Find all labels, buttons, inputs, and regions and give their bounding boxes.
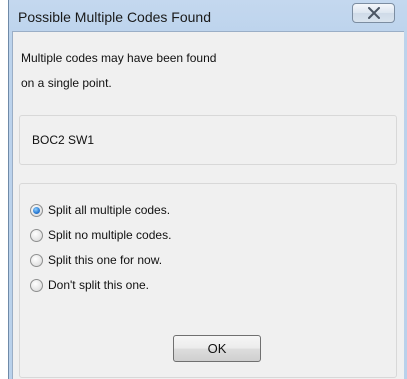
radio-split-this-for-now[interactable] <box>30 253 43 267</box>
option-label: Split no multiple codes. <box>48 228 172 242</box>
radio-dont-split-this[interactable] <box>30 278 43 292</box>
option-split-none[interactable]: Split no multiple codes. <box>30 226 171 244</box>
title-bar[interactable]: Possible Multiple Codes Found <box>9 0 407 34</box>
option-split-all[interactable]: Split all multiple codes. <box>30 201 170 219</box>
option-label: Split all multiple codes. <box>48 203 171 217</box>
radio-split-all[interactable] <box>30 203 43 217</box>
dialog-body: Multiple codes may have been found on a … <box>12 31 404 379</box>
close-button[interactable] <box>352 3 395 23</box>
radio-split-none[interactable] <box>30 228 43 242</box>
close-icon <box>368 7 380 19</box>
code-value: BOC2 SW1 <box>32 133 95 147</box>
dialog-window: Possible Multiple Codes Found Multiple c… <box>8 0 407 379</box>
ok-button[interactable]: OK <box>173 335 261 362</box>
option-label: Don't split this one. <box>48 278 150 292</box>
option-dont-split-this[interactable]: Don't split this one. <box>30 276 149 294</box>
message-line-1: Multiple codes may have been found <box>21 51 217 65</box>
window-title: Possible Multiple Codes Found <box>18 9 211 25</box>
option-label: Split this one for now. <box>48 253 163 267</box>
message-line-2: on a single point. <box>21 76 112 90</box>
code-display-box: BOC2 SW1 <box>19 115 397 165</box>
option-split-this-for-now[interactable]: Split this one for now. <box>30 251 162 269</box>
message-text: Multiple codes may have been found on a … <box>21 46 391 96</box>
